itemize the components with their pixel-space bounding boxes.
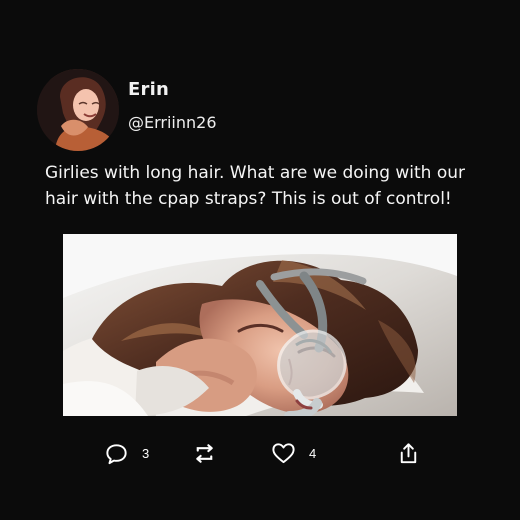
author-name[interactable]: Erin	[128, 79, 169, 100]
repost-icon	[196, 443, 213, 463]
like-button[interactable]: 4	[270, 439, 316, 467]
social-post: Erin @Erriinn26 Girlies with long hair. …	[0, 0, 520, 520]
sleeping-woman-cpap-photo	[63, 234, 457, 416]
post-image[interactable]	[63, 234, 457, 416]
reply-button[interactable]: 3	[103, 439, 149, 467]
repost-button[interactable]	[191, 439, 218, 467]
heart-icon	[272, 442, 295, 463]
author-handle[interactable]: @Erriinn26	[128, 113, 217, 132]
author-avatar[interactable]	[37, 69, 119, 151]
post-actions: 3 4	[0, 436, 520, 470]
share-icon	[400, 442, 417, 463]
reply-icon	[106, 443, 127, 464]
like-count: 4	[309, 445, 317, 461]
share-button[interactable]	[395, 439, 422, 467]
reply-count: 3	[142, 445, 150, 461]
post-text: Girlies with long hair. What are we doin…	[45, 163, 466, 209]
profile-photo-icon	[37, 69, 119, 151]
